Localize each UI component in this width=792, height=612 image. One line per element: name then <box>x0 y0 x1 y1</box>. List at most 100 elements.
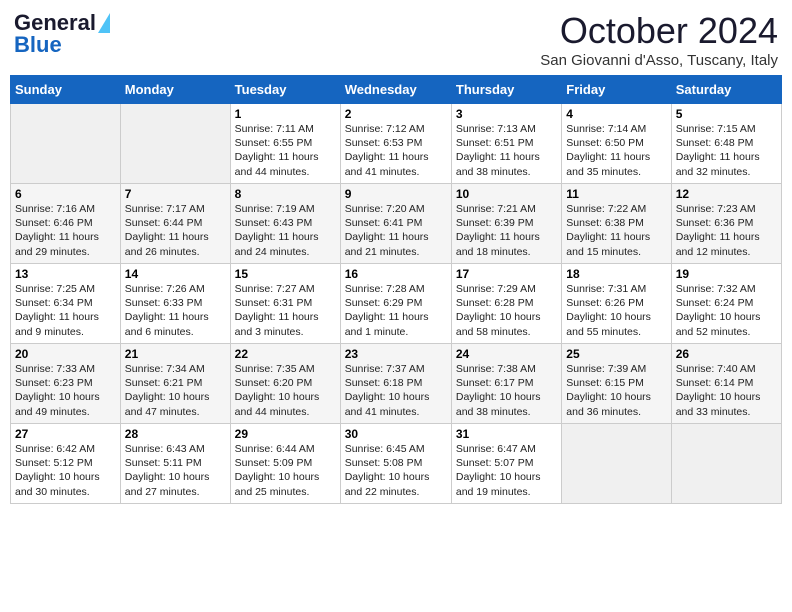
weekday-header-row: SundayMondayTuesdayWednesdayThursdayFrid… <box>11 76 782 104</box>
calendar-cell: 15Sunrise: 7:27 AMSunset: 6:31 PMDayligh… <box>230 264 340 344</box>
day-info: Sunrise: 7:13 AMSunset: 6:51 PMDaylight:… <box>456 123 540 178</box>
calendar-cell: 1Sunrise: 7:11 AMSunset: 6:55 PMDaylight… <box>230 104 340 184</box>
day-info: Sunrise: 7:32 AMSunset: 6:24 PMDaylight:… <box>676 283 761 338</box>
day-number: 25 <box>566 347 666 361</box>
calendar-cell: 7Sunrise: 7:17 AMSunset: 6:44 PMDaylight… <box>120 184 230 264</box>
day-info: Sunrise: 7:35 AMSunset: 6:20 PMDaylight:… <box>235 363 320 418</box>
day-number: 4 <box>566 107 666 121</box>
calendar-cell: 14 Sunrise: 7:26 AMSunset: 6:33 PMDayligh… <box>120 264 230 344</box>
week-row-2: 6 Sunrise: 7:16 AMSunset: 6:46 PMDaylight… <box>11 184 782 264</box>
weekday-header-thursday: Thursday <box>451 76 561 104</box>
day-info: Sunrise: 6:45 AMSunset: 5:08 PMDaylight:… <box>345 443 430 498</box>
calendar-cell <box>562 424 671 504</box>
calendar-cell <box>11 104 121 184</box>
location: San Giovanni d'Asso, Tuscany, Italy <box>540 52 778 69</box>
day-info: Sunrise: 7:12 AMSunset: 6:53 PMDaylight:… <box>345 123 429 178</box>
day-info: Sunrise: 7:23 AMSunset: 6:36 PMDaylight:… <box>676 203 760 258</box>
day-info: Sunrise: 7:22 AMSunset: 6:38 PMDaylight:… <box>566 203 650 258</box>
calendar-cell: 9Sunrise: 7:20 AMSunset: 6:41 PMDaylight… <box>340 184 451 264</box>
calendar-cell: 18 Sunrise: 7:31 AMSunset: 6:26 PMDayligh… <box>562 264 671 344</box>
day-info: Sunrise: 7:29 AMSunset: 6:28 PMDaylight:… <box>456 283 541 338</box>
calendar-table: SundayMondayTuesdayWednesdayThursdayFrid… <box>10 75 782 504</box>
calendar-cell: 31 Sunrise: 6:47 AMSunset: 5:07 PMDayligh… <box>451 424 561 504</box>
weekday-header-monday: Monday <box>120 76 230 104</box>
week-row-4: 20 Sunrise: 7:33 AMSunset: 6:23 PMDayligh… <box>11 344 782 424</box>
day-number: 24 <box>456 347 557 361</box>
calendar-cell: 21Sunrise: 7:34 AMSunset: 6:21 PMDayligh… <box>120 344 230 424</box>
weekday-header-saturday: Saturday <box>671 76 781 104</box>
calendar-cell: 25 Sunrise: 7:39 AMSunset: 6:15 PMDayligh… <box>562 344 671 424</box>
day-info: Sunrise: 7:17 AMSunset: 6:44 PMDaylight:… <box>125 203 209 258</box>
day-number: 13 <box>15 267 116 281</box>
weekday-header-wednesday: Wednesday <box>340 76 451 104</box>
day-number: 2 <box>345 107 447 121</box>
weekday-header-friday: Friday <box>562 76 671 104</box>
day-number: 10 <box>456 187 557 201</box>
week-row-5: 27 Sunrise: 6:42 AMSunset: 5:12 PMDayligh… <box>11 424 782 504</box>
calendar-cell: 5 Sunrise: 7:15 AMSunset: 6:48 PMDaylight… <box>671 104 781 184</box>
calendar-cell: 19Sunrise: 7:32 AMSunset: 6:24 PMDayligh… <box>671 264 781 344</box>
calendar-cell: 17Sunrise: 7:29 AMSunset: 6:28 PMDayligh… <box>451 264 561 344</box>
calendar-cell: 22 Sunrise: 7:35 AMSunset: 6:20 PMDayligh… <box>230 344 340 424</box>
day-number: 22 <box>235 347 336 361</box>
day-number: 29 <box>235 427 336 441</box>
day-number: 16 <box>345 267 447 281</box>
day-number: 23 <box>345 347 447 361</box>
day-info: Sunrise: 7:38 AMSunset: 6:17 PMDaylight:… <box>456 363 541 418</box>
calendar-cell: 10 Sunrise: 7:21 AMSunset: 6:39 PMDayligh… <box>451 184 561 264</box>
day-info: Sunrise: 7:19 AMSunset: 6:43 PMDaylight:… <box>235 203 319 258</box>
day-info: Sunrise: 6:44 AMSunset: 5:09 PMDaylight:… <box>235 443 320 498</box>
calendar-cell: 29 Sunrise: 6:44 AMSunset: 5:09 PMDayligh… <box>230 424 340 504</box>
day-number: 14 <box>125 267 226 281</box>
week-row-3: 13 Sunrise: 7:25 AMSunset: 6:34 PMDayligh… <box>11 264 782 344</box>
day-info: Sunrise: 6:42 AMSunset: 5:12 PMDaylight:… <box>15 443 100 498</box>
day-number: 18 <box>566 267 666 281</box>
calendar-cell: 27 Sunrise: 6:42 AMSunset: 5:12 PMDayligh… <box>11 424 121 504</box>
calendar-cell: 28 Sunrise: 6:43 AMSunset: 5:11 PMDayligh… <box>120 424 230 504</box>
day-info: Sunrise: 7:16 AMSunset: 6:46 PMDaylight:… <box>15 203 99 258</box>
day-info: Sunrise: 6:47 AMSunset: 5:07 PMDaylight:… <box>456 443 541 498</box>
day-number: 8 <box>235 187 336 201</box>
calendar-cell: 13 Sunrise: 7:25 AMSunset: 6:34 PMDayligh… <box>11 264 121 344</box>
calendar-cell: 11 Sunrise: 7:22 AMSunset: 6:38 PMDayligh… <box>562 184 671 264</box>
calendar-cell: 24 Sunrise: 7:38 AMSunset: 6:17 PMDayligh… <box>451 344 561 424</box>
day-number: 5 <box>676 107 777 121</box>
calendar-cell: 12Sunrise: 7:23 AMSunset: 6:36 PMDayligh… <box>671 184 781 264</box>
logo-triangle-icon <box>98 13 110 33</box>
day-number: 27 <box>15 427 116 441</box>
day-number: 11 <box>566 187 666 201</box>
day-info: Sunrise: 6:43 AMSunset: 5:11 PMDaylight:… <box>125 443 210 498</box>
day-number: 9 <box>345 187 447 201</box>
day-info: Sunrise: 7:31 AMSunset: 6:26 PMDaylight:… <box>566 283 651 338</box>
day-info: Sunrise: 7:34 AMSunset: 6:21 PMDaylight:… <box>125 363 210 418</box>
day-info: Sunrise: 7:14 AMSunset: 6:50 PMDaylight:… <box>566 123 650 178</box>
calendar-cell: 6 Sunrise: 7:16 AMSunset: 6:46 PMDaylight… <box>11 184 121 264</box>
weekday-header-tuesday: Tuesday <box>230 76 340 104</box>
day-number: 28 <box>125 427 226 441</box>
day-number: 3 <box>456 107 557 121</box>
calendar-cell: 20 Sunrise: 7:33 AMSunset: 6:23 PMDayligh… <box>11 344 121 424</box>
day-info: Sunrise: 7:40 AMSunset: 6:14 PMDaylight:… <box>676 363 761 418</box>
day-info: Sunrise: 7:39 AMSunset: 6:15 PMDaylight:… <box>566 363 651 418</box>
day-number: 26 <box>676 347 777 361</box>
day-number: 31 <box>456 427 557 441</box>
logo-blue: Blue <box>14 32 62 58</box>
page-header: General Blue October 2024 San Giovanni d… <box>10 10 782 69</box>
day-number: 20 <box>15 347 116 361</box>
day-info: Sunrise: 7:25 AMSunset: 6:34 PMDaylight:… <box>15 283 99 338</box>
calendar-cell: 3 Sunrise: 7:13 AMSunset: 6:51 PMDaylight… <box>451 104 561 184</box>
calendar-cell <box>120 104 230 184</box>
calendar-cell: 2 Sunrise: 7:12 AMSunset: 6:53 PMDaylight… <box>340 104 451 184</box>
title-section: October 2024 San Giovanni d'Asso, Tuscan… <box>540 10 778 69</box>
day-info: Sunrise: 7:21 AMSunset: 6:39 PMDaylight:… <box>456 203 540 258</box>
logo: General Blue <box>14 10 110 58</box>
calendar-cell: 16 Sunrise: 7:28 AMSunset: 6:29 PMDayligh… <box>340 264 451 344</box>
day-info: Sunrise: 7:33 AMSunset: 6:23 PMDaylight:… <box>15 363 100 418</box>
week-row-1: 1Sunrise: 7:11 AMSunset: 6:55 PMDaylight… <box>11 104 782 184</box>
day-number: 6 <box>15 187 116 201</box>
day-info: Sunrise: 7:28 AMSunset: 6:29 PMDaylight:… <box>345 283 429 338</box>
calendar-cell: 23Sunrise: 7:37 AMSunset: 6:18 PMDayligh… <box>340 344 451 424</box>
day-info: Sunrise: 7:15 AMSunset: 6:48 PMDaylight:… <box>676 123 760 178</box>
calendar-cell: 4 Sunrise: 7:14 AMSunset: 6:50 PMDaylight… <box>562 104 671 184</box>
day-info: Sunrise: 7:26 AMSunset: 6:33 PMDaylight:… <box>125 283 209 338</box>
